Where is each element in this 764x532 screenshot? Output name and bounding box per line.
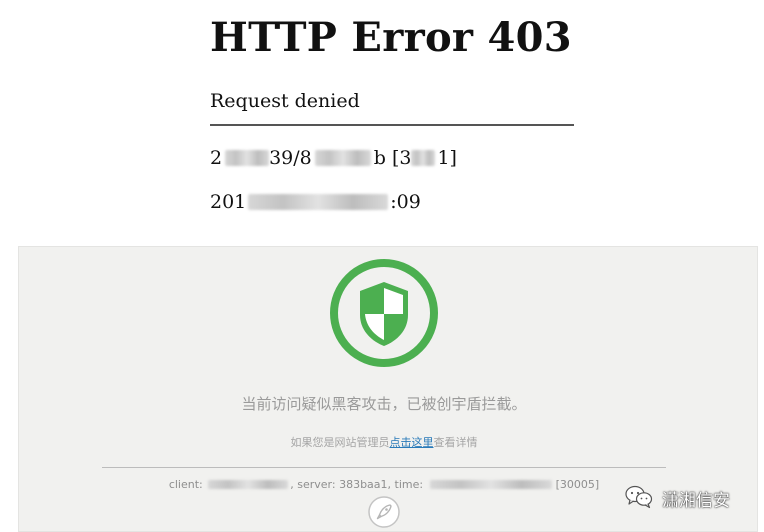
timestamp-prefix: 201: [210, 191, 247, 213]
page-title: HTTP Error 403: [210, 14, 572, 61]
redacted-block: [429, 480, 552, 489]
admin-hint: 如果您是网站管理员点击这里查看详情: [19, 434, 749, 450]
error-code: [30005]: [555, 478, 600, 491]
watermark-text: 潇湘信安: [662, 491, 730, 511]
timestamp-suffix: :09: [390, 191, 421, 213]
panel-divider: [102, 467, 666, 468]
watermark: 潇湘信安: [618, 484, 758, 511]
wechat-icon: [624, 484, 654, 510]
block-message: 当前访问疑似黑客攻击，已被创宇盾拦截。: [241, 395, 527, 413]
admin-hint-prefix: 如果您是网站管理员: [290, 436, 390, 449]
page-subtitle: Request denied: [210, 90, 360, 112]
redacted-block: [248, 194, 389, 210]
redacted-block: [314, 150, 371, 166]
request-id-part2: 39/8: [269, 147, 312, 169]
redacted-block: [411, 150, 436, 166]
request-id-line: 2 39/8 b [3 1]: [210, 147, 457, 169]
shield-icon: [329, 258, 439, 368]
redacted-block: [208, 480, 289, 489]
details-link[interactable]: 点击这里: [390, 436, 434, 449]
admin-hint-suffix: 查看详情: [433, 436, 478, 449]
request-id-part3: b [3: [373, 147, 412, 169]
rocket-icon[interactable]: [367, 495, 401, 529]
server-info: , server: 383baa1, time:: [290, 478, 427, 491]
client-label: client:: [168, 478, 207, 491]
request-id-part1: 2: [210, 147, 223, 169]
request-id-part4: 1]: [437, 147, 457, 169]
redacted-block: [225, 150, 270, 166]
header-divider: [210, 124, 574, 126]
timestamp-line: 201 :09: [210, 191, 421, 213]
